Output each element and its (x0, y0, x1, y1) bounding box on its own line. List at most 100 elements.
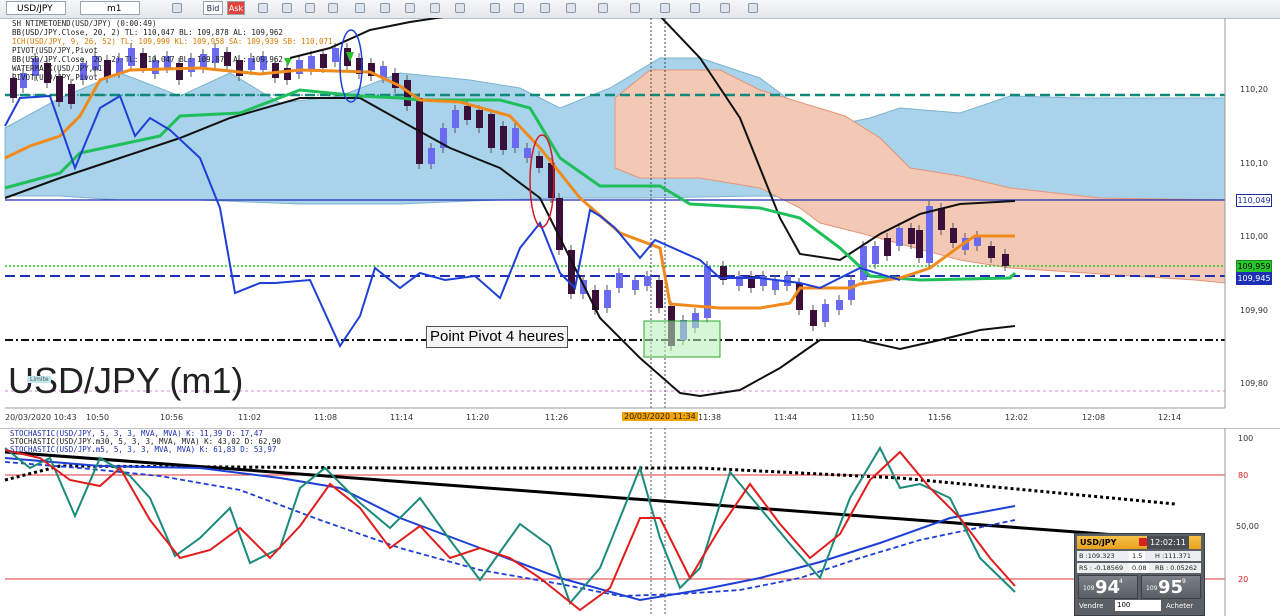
chart-type-icon[interactable] (172, 3, 182, 13)
sell-price-pip: 4 (1119, 578, 1123, 585)
candle-body (464, 106, 471, 120)
candle-body (772, 280, 779, 290)
candle-body (938, 208, 945, 230)
price-badge-current: 109,945 (1236, 272, 1272, 285)
symbol-select[interactable]: USD/JPY (6, 1, 66, 15)
candle-body (632, 280, 639, 290)
candle-body (916, 230, 923, 258)
candle-body (656, 280, 663, 308)
panel-row-swap: RS : -0.18569 0.08 RB : 0.05262 (1077, 563, 1201, 573)
stoch-y-tick: 80 (1238, 471, 1249, 480)
stoch-legend-line: STOCHASTIC(USD/JPY.m5, 5, 3, 3, MVA, MVA… (10, 445, 277, 454)
image-icon[interactable] (490, 3, 500, 13)
bid-button[interactable]: Bid (203, 1, 223, 15)
quantity-field[interactable]: 100 (1115, 600, 1161, 611)
candle-body (908, 228, 915, 244)
indicator-legend: SH NTIMETOEND(USD/JPY) (0:00:49) BB(USD/… (12, 19, 333, 82)
candle-body (822, 304, 829, 322)
x-axis-label: 12:14 (1158, 413, 1182, 422)
candle-body (836, 300, 843, 310)
candle-body (926, 206, 933, 263)
ask-button[interactable]: Ask (227, 1, 245, 15)
x-axis-label: 12:02 (1005, 413, 1029, 422)
cursor-time-badge: 20/03/2020 11:34 (622, 412, 698, 421)
candle-body (68, 84, 75, 104)
cursor-icon[interactable] (282, 3, 292, 13)
buy-price-button[interactable]: 109 95 9 (1141, 575, 1201, 599)
pencil-icon[interactable] (380, 3, 390, 13)
x-axis-label: 11:08 (314, 413, 338, 422)
x-axis-label: 12:08 (1082, 413, 1106, 422)
candle-body (644, 276, 651, 286)
candle-body (476, 110, 483, 128)
eraser-icon[interactable] (720, 3, 730, 13)
legend-line: PIVOT(USD/JPY,Pivot (12, 73, 98, 82)
candle-body (332, 48, 339, 62)
candle-body (616, 273, 623, 288)
ruler-icon[interactable] (598, 3, 608, 13)
green-highlight-box (643, 320, 721, 358)
mid-value: 0.08 (1129, 563, 1150, 573)
legend-line: SH NTIMETOEND(USD/JPY) (0:00:49) (12, 19, 157, 28)
high-value: H :111.371 (1155, 552, 1192, 560)
crosshair-icon[interactable] (258, 3, 268, 13)
low-value: B :109.323 (1079, 552, 1115, 560)
candle-body (848, 280, 855, 300)
candle-body (428, 148, 435, 164)
candle-body (452, 110, 459, 128)
marker-icon[interactable] (660, 3, 670, 13)
x-axis-label: 11:44 (774, 413, 798, 422)
candle-body (950, 228, 957, 243)
candle-body (604, 290, 611, 308)
stoch-y-tick: 50,00 (1236, 522, 1259, 531)
candle-body (872, 246, 879, 264)
chart-toolbar: USD/JPY m1 Bid Ask (0, 0, 1280, 19)
pivot-annotation-label[interactable]: Point Pivot 4 heures (426, 326, 569, 348)
x-axis-label: 11:02 (238, 413, 262, 422)
buy-price-pip: 9 (1182, 578, 1186, 585)
x-axis-label: 10:50 (86, 413, 110, 422)
x-axis-label: 11:56 (928, 413, 952, 422)
legend-line: WATERMARK(USD/JPY,m1) (12, 64, 107, 73)
timeframe-select[interactable]: m1 (80, 1, 140, 15)
x-axis-label: 10:56 (160, 413, 184, 422)
line-tool-icon[interactable] (405, 3, 415, 13)
candle-body (536, 156, 543, 168)
x-axis-label: 11:20 (466, 413, 490, 422)
zoom-icon[interactable] (305, 3, 315, 13)
lines-icon[interactable] (566, 3, 576, 13)
sell-price-button[interactable]: 109 94 4 (1078, 575, 1138, 599)
grid-icon[interactable] (514, 3, 524, 13)
candle-body (1002, 254, 1009, 266)
pan-icon[interactable] (355, 3, 365, 13)
panel-clock: 12:02:11 (1147, 536, 1189, 549)
circle-tool-icon[interactable] (430, 3, 440, 13)
panel-row-range: B :109.323 1.5 H :111.371 (1077, 551, 1201, 561)
compare-icon[interactable] (540, 3, 550, 13)
search-icon[interactable] (328, 3, 338, 13)
sell-price-main: 94 (1095, 577, 1121, 598)
buy-price-prefix: 109 (1146, 585, 1158, 592)
sell-price-prefix: 109 (1083, 585, 1095, 592)
legend-line: BB(USD/JPY.Close, 20, 2) TL: 110,047 BL:… (12, 28, 283, 37)
candle-body (512, 128, 519, 148)
rb-value: RB : 0.05262 (1155, 564, 1198, 572)
alert-icon[interactable] (1139, 538, 1147, 546)
properties-icon[interactable] (748, 3, 758, 13)
y-axis-tick: 110,20 (1240, 85, 1268, 94)
fibonacci-icon[interactable] (455, 3, 465, 13)
quick-trade-panel: USD/JPY 12:02:11 B :109.323 1.5 H :111.3… (1074, 533, 1205, 616)
stoch-y-tick: 100 (1238, 434, 1254, 443)
legend-line: ICH(USD/JPY, 9, 26, 52) TL: 109,999 KL: … (12, 37, 333, 46)
trend-icon[interactable] (690, 3, 700, 13)
buy-label[interactable]: Acheter (1166, 602, 1193, 610)
limit-tag: Limite (28, 376, 51, 383)
y-axis-tick: 109,90 (1240, 306, 1268, 315)
bookmark-icon[interactable] (630, 3, 640, 13)
price-badge-upper: 110,049 (1236, 194, 1272, 207)
x-axis-label: 11:26 (545, 413, 569, 422)
candle-body (884, 238, 891, 256)
candle-body (988, 246, 995, 258)
candle-body (488, 114, 495, 148)
sell-label[interactable]: Vendre (1079, 602, 1103, 610)
